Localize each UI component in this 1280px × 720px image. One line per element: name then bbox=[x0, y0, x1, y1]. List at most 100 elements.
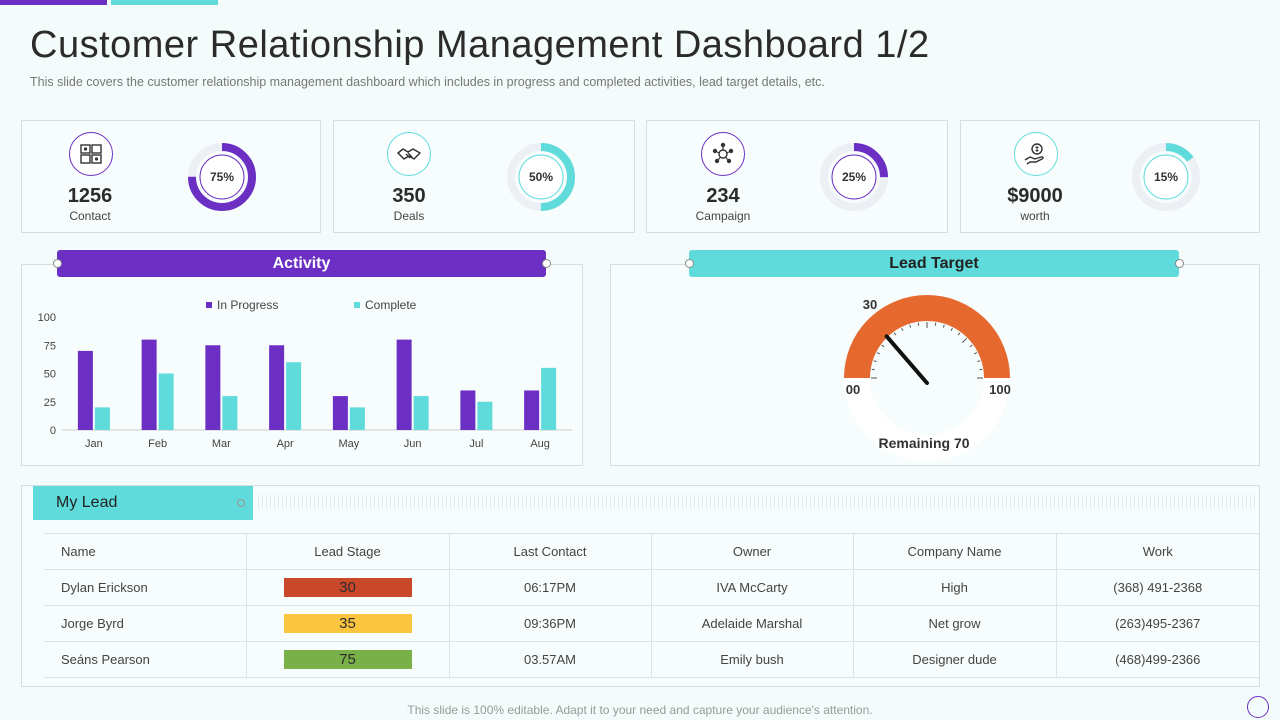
x-tick-label: Apr bbox=[277, 438, 294, 450]
my-lead-tab-label: My Lead bbox=[56, 494, 118, 511]
x-tick-label: Jan bbox=[85, 438, 103, 450]
bar-in-progress bbox=[269, 345, 285, 430]
kpi-donut: 50% bbox=[503, 139, 579, 215]
page-subtitle: This slide covers the customer relations… bbox=[30, 75, 825, 89]
cell-owner: Adelaide Marshal bbox=[650, 605, 854, 642]
bar-complete bbox=[286, 362, 302, 430]
cell-owner: IVA McCarty bbox=[650, 569, 854, 606]
x-tick-label: Jul bbox=[469, 438, 483, 450]
donut-svg: 50% bbox=[507, 143, 575, 211]
activity-header-right-dot bbox=[542, 259, 551, 268]
table-row[interactable]: Seáns Pearson 75 03.57AM Emily bush Desi… bbox=[44, 641, 1259, 678]
cell-name: Jorge Byrd bbox=[44, 605, 247, 642]
kpi-label: worth bbox=[1020, 209, 1050, 223]
footer-note: This slide is 100% editable. Adapt it to… bbox=[407, 703, 873, 717]
donut-svg: 15% bbox=[1132, 143, 1200, 211]
kpi-card-contact[interactable]: 1256 Contact 75% bbox=[21, 120, 321, 233]
lead-target-gauge: 30 00 100 Remaining 70 bbox=[844, 295, 1011, 460]
table-row[interactable]: Dylan Erickson 30 06:17PM IVA McCarty Hi… bbox=[44, 569, 1259, 606]
my-lead-tab[interactable]: My Lead bbox=[33, 486, 253, 520]
gauge-min-label: 00 bbox=[846, 382, 860, 397]
stage-bar: 75 bbox=[283, 650, 412, 669]
cell-last-contact: 06:17PM bbox=[448, 569, 652, 606]
cell-lead-stage: 35 bbox=[245, 605, 450, 642]
cell-company: Net grow bbox=[852, 605, 1057, 642]
gauge-value-label: 30 bbox=[863, 297, 877, 312]
x-tick-label: Mar bbox=[212, 438, 231, 450]
gauge-arc bbox=[844, 295, 1010, 379]
cell-owner: Emily bush bbox=[650, 641, 854, 678]
donut-percent-label: 15% bbox=[1154, 170, 1178, 184]
money-hand-icon bbox=[1014, 132, 1058, 176]
kpi-label: Contact bbox=[69, 209, 111, 223]
cell-name: Seáns Pearson bbox=[44, 641, 247, 678]
y-tick-label: 25 bbox=[44, 397, 56, 409]
column-header-work[interactable]: Work bbox=[1055, 533, 1259, 570]
kpi-value: 1256 bbox=[67, 185, 113, 207]
gauge-tick bbox=[957, 332, 961, 336]
kpi-value: 350 bbox=[392, 185, 426, 207]
bar-complete bbox=[94, 407, 110, 430]
corner-circle-decoration bbox=[1247, 696, 1269, 718]
y-tick-label: 50 bbox=[44, 369, 56, 381]
bar-in-progress bbox=[205, 345, 221, 430]
bar-in-progress bbox=[460, 390, 476, 430]
column-header-name[interactable]: Name bbox=[44, 533, 247, 570]
table-header-row: Name Lead Stage Last Contact Owner Compa… bbox=[44, 533, 1259, 570]
table-row[interactable]: Jorge Byrd 35 09:36PM Adelaide Marshal N… bbox=[44, 605, 1259, 642]
kpi-donut: 75% bbox=[184, 139, 260, 215]
bar-complete bbox=[158, 373, 174, 430]
top-accent-teal bbox=[111, 0, 218, 5]
my-lead-table: Name Lead Stage Last Contact Owner Compa… bbox=[44, 533, 1259, 678]
column-header-lead-stage[interactable]: Lead Stage bbox=[245, 533, 450, 570]
kpi-card-worth[interactable]: $9000 worth 15% bbox=[960, 120, 1260, 233]
my-lead-hatch-decoration bbox=[258, 495, 1258, 509]
stage-bar: 30 bbox=[283, 578, 412, 597]
kpi-card-campaign[interactable]: 234 Campaign 25% bbox=[646, 120, 948, 233]
column-header-company-name[interactable]: Company Name bbox=[852, 533, 1057, 570]
bar-complete bbox=[541, 367, 557, 430]
column-header-owner[interactable]: Owner bbox=[650, 533, 854, 570]
gauge-tick bbox=[950, 327, 953, 332]
bar-complete bbox=[477, 401, 493, 430]
gauge-tick bbox=[901, 327, 904, 332]
x-tick-label: Aug bbox=[530, 438, 550, 450]
donut-svg: 75% bbox=[188, 143, 256, 211]
cell-lead-stage: 30 bbox=[245, 569, 450, 606]
donut-svg: 25% bbox=[820, 143, 888, 211]
bar-complete bbox=[349, 407, 365, 430]
lead-target-header-left-dot bbox=[685, 259, 694, 268]
donut-percent-label: 50% bbox=[529, 170, 553, 184]
bar-complete bbox=[222, 396, 238, 430]
bar-in-progress bbox=[396, 339, 412, 430]
bar-in-progress bbox=[524, 390, 540, 430]
activity-bar-chart: 0 25 50 75 100 Jan Feb Mar Apr May Jun Jul Aug bbox=[38, 312, 572, 450]
kpi-label: Deals bbox=[393, 209, 425, 223]
gauge-needle bbox=[884, 334, 929, 385]
cell-company: Designer dude bbox=[852, 641, 1057, 678]
cell-company: High bbox=[852, 569, 1057, 606]
bar-in-progress bbox=[332, 396, 348, 430]
handshake-icon bbox=[387, 132, 431, 176]
donut-percent-label: 25% bbox=[842, 170, 866, 184]
cell-work: (263)495-2367 bbox=[1055, 605, 1259, 642]
gauge-tick bbox=[909, 324, 912, 328]
kpi-card-deals[interactable]: 350 Deals 50% bbox=[333, 120, 635, 233]
activity-header: Activity bbox=[57, 250, 546, 277]
gauge-tick bbox=[977, 360, 981, 363]
gauge-remaining-label: Remaining 70 bbox=[878, 435, 969, 451]
gauge-tick bbox=[881, 344, 885, 348]
column-header-last-contact[interactable]: Last Contact bbox=[448, 533, 652, 570]
cell-last-contact: 09:36PM bbox=[448, 605, 652, 642]
campaign-network-icon bbox=[701, 132, 745, 176]
bar-in-progress bbox=[141, 339, 157, 430]
stage-bar: 35 bbox=[283, 614, 412, 633]
lead-target-header: Lead Target bbox=[689, 250, 1179, 277]
bar-in-progress bbox=[77, 350, 93, 430]
gauge-tick bbox=[962, 338, 967, 343]
gauge-tick bbox=[876, 352, 881, 355]
gauge-max-label: 100 bbox=[989, 382, 1011, 397]
gauge-tick bbox=[973, 352, 978, 355]
kpi-value: $9000 bbox=[1007, 185, 1063, 207]
contact-card-icon bbox=[69, 132, 113, 176]
